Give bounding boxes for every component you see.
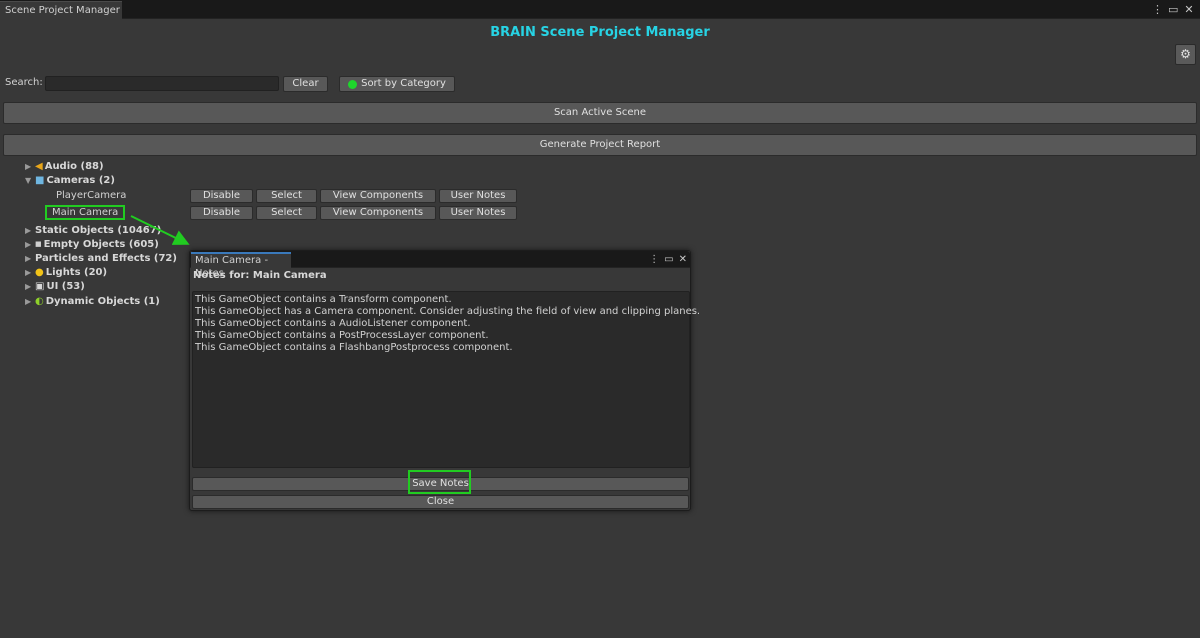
notes-line: This GameObject contains a PostProcessLa…	[195, 330, 489, 341]
search-input[interactable]	[45, 76, 279, 91]
page-title: BRAIN Scene Project Manager	[490, 25, 710, 40]
disable-button[interactable]: Disable	[190, 189, 253, 203]
tree-category-audio[interactable]: ▶ ◀ Audio (88)	[25, 159, 104, 173]
user-notes-button[interactable]: User Notes	[439, 189, 517, 203]
foldout-arrow-icon[interactable]: ▶	[25, 268, 35, 277]
foldout-arrow-expanded-icon[interactable]: ▼	[25, 176, 35, 185]
clear-button[interactable]: Clear	[283, 76, 328, 92]
notes-header: Notes for: Main Camera	[193, 270, 327, 281]
save-notes-button[interactable]: Save Notes	[192, 477, 689, 491]
maximize-icon[interactable]: ▭	[664, 254, 673, 265]
tree-category-particles[interactable]: ▶ Particles and Effects (72)	[25, 251, 177, 265]
notes-window-controls: ⋮ ▭ ✕	[649, 251, 687, 267]
toggle-indicator-icon	[348, 79, 358, 89]
maximize-icon[interactable]: ▭	[1168, 3, 1178, 16]
generate-report-button[interactable]: Generate Project Report	[3, 134, 1197, 156]
notes-window: Main Camera - Notes ⋮ ▭ ✕ Notes for: Mai…	[189, 250, 701, 511]
foldout-arrow-icon[interactable]: ▶	[25, 226, 35, 235]
close-icon[interactable]: ✕	[1184, 3, 1194, 16]
user-notes-button[interactable]: User Notes	[439, 206, 517, 220]
rect-transform-icon: ▣	[35, 280, 45, 292]
category-label: Particles and Effects (72)	[35, 252, 177, 264]
tree-category-dynamic-objects[interactable]: ▶ ◐ Dynamic Objects (1)	[25, 294, 160, 308]
sort-by-category-label: Sort by Category	[361, 78, 446, 89]
disable-button[interactable]: Disable	[190, 206, 253, 220]
tree-category-ui[interactable]: ▶ ▣ UI (53)	[25, 279, 85, 293]
tree-category-empty-objects[interactable]: ▶ ■ Empty Objects (605)	[25, 237, 159, 251]
view-components-button[interactable]: View Components	[320, 189, 436, 203]
tree-category-lights[interactable]: ▶ ● Lights (20)	[25, 265, 107, 279]
camera-icon: ■	[35, 174, 45, 186]
category-label: Static Objects (10467)	[35, 224, 162, 236]
window-controls: ⋮ ▭ ✕	[1152, 0, 1200, 19]
tree-item-main-camera[interactable]: Main Camera	[45, 205, 126, 220]
notes-line: This GameObject contains a AudioListener…	[195, 318, 471, 329]
category-label: Empty Objects (605)	[43, 238, 159, 250]
kebab-menu-icon[interactable]: ⋮	[649, 254, 659, 265]
scan-active-scene-button[interactable]: Scan Active Scene	[3, 102, 1197, 124]
settings-button[interactable]: ⚙	[1175, 44, 1196, 65]
category-label: Dynamic Objects (1)	[45, 295, 160, 307]
foldout-arrow-icon[interactable]: ▶	[25, 282, 35, 291]
window-tab[interactable]: Scene Project Manager	[0, 1, 122, 19]
foldout-arrow-icon[interactable]: ▶	[25, 297, 35, 306]
category-label: Audio (88)	[44, 160, 104, 172]
foldout-arrow-icon[interactable]: ▶	[25, 254, 35, 263]
notes-window-tabbar: Main Camera - Notes ⋮ ▭ ✕	[190, 251, 690, 279]
foldout-arrow-icon[interactable]: ▶	[25, 162, 35, 171]
category-label: UI (53)	[46, 280, 85, 292]
view-components-button[interactable]: View Components	[320, 206, 436, 220]
tree-item-playercamera[interactable]: PlayerCamera	[56, 190, 126, 201]
select-button[interactable]: Select	[256, 206, 317, 220]
select-button[interactable]: Select	[256, 189, 317, 203]
physics-icon: ◐	[35, 295, 44, 307]
notes-window-tab[interactable]: Main Camera - Notes	[191, 252, 291, 279]
tree-category-cameras[interactable]: ▼ ■ Cameras (2)	[25, 173, 115, 187]
notes-line: This GameObject has a Camera component. …	[195, 306, 701, 317]
search-label: Search:	[5, 77, 43, 88]
sort-by-category-button[interactable]: Sort by Category	[339, 76, 455, 92]
lightbulb-icon: ●	[35, 266, 44, 278]
speaker-icon: ◀	[35, 160, 43, 172]
close-icon[interactable]: ✕	[679, 254, 687, 265]
notes-line: This GameObject contains a FlashbangPost…	[195, 342, 513, 353]
folder-icon: ■	[35, 240, 42, 248]
gear-icon: ⚙	[1180, 47, 1191, 61]
category-label: Cameras (2)	[46, 174, 115, 186]
notes-line: This GameObject contains a Transform com…	[195, 294, 452, 305]
kebab-menu-icon[interactable]: ⋮	[1152, 3, 1163, 16]
notes-textarea[interactable]: This GameObject contains a Transform com…	[192, 291, 701, 468]
tree-category-static-objects[interactable]: ▶ Static Objects (10467)	[25, 223, 161, 237]
foldout-arrow-icon[interactable]: ▶	[25, 240, 35, 249]
window-tabstrip: Scene Project Manager ⋮ ▭ ✕	[0, 0, 1200, 19]
category-label: Lights (20)	[45, 266, 108, 278]
close-button[interactable]: Close	[192, 495, 689, 509]
